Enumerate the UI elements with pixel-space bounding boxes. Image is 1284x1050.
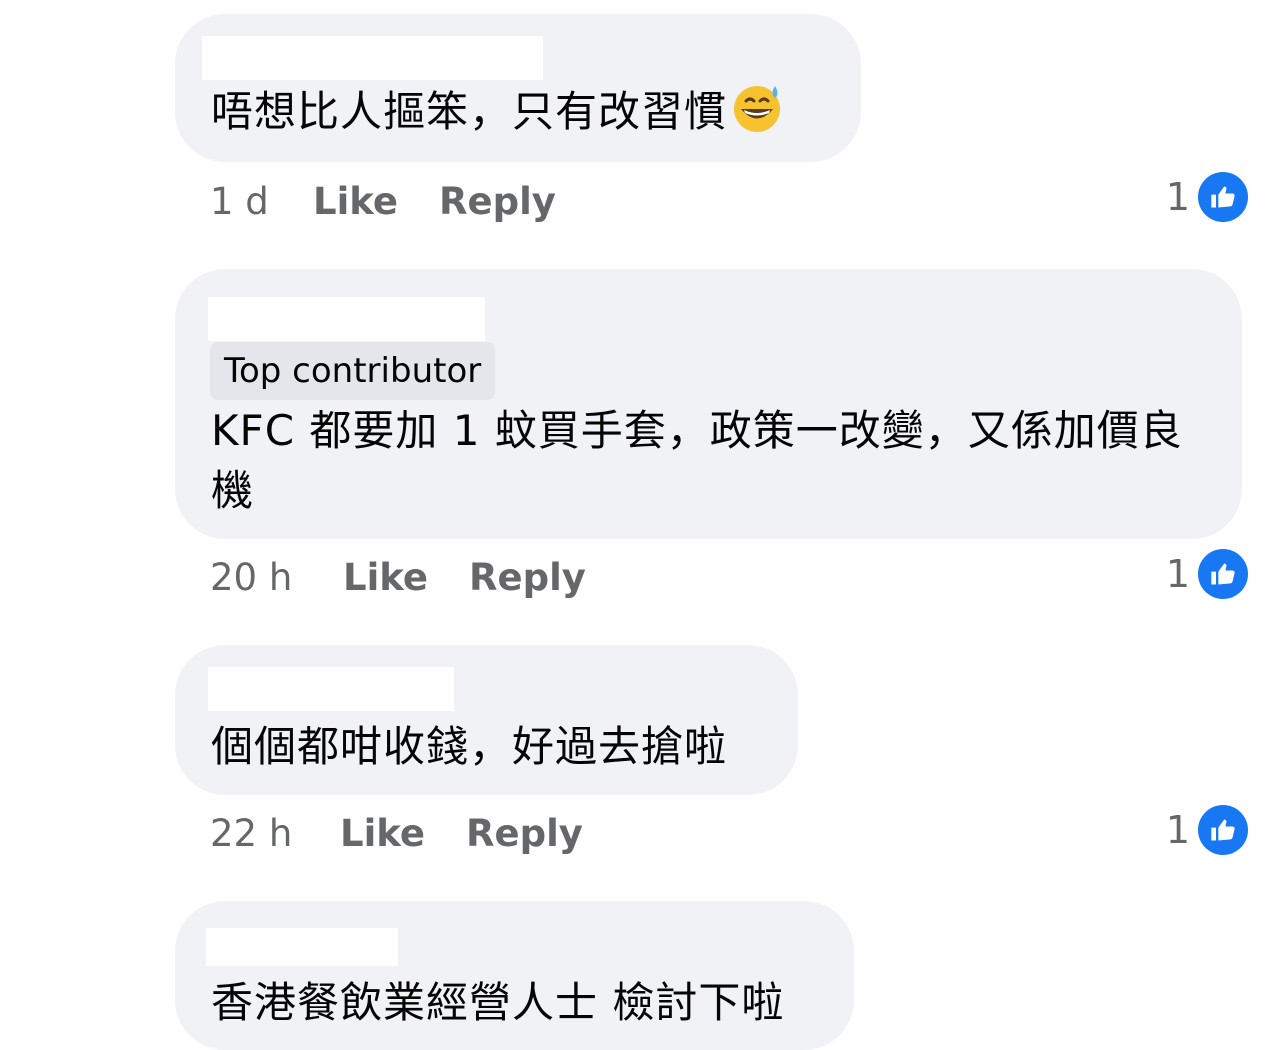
comment-body: 唔想比人摳笨，只有改習慣 (211, 87, 728, 136)
like-button[interactable]: Like (340, 809, 425, 859)
grinning-sweat-emoji (734, 86, 781, 132)
reply-button[interactable]: Reply (439, 177, 556, 227)
comment-timestamp[interactable]: 22 h (210, 809, 292, 859)
like-button[interactable]: Like (343, 553, 428, 603)
top-contributor-badge[interactable]: Top contributor (210, 342, 496, 400)
comment-bubble: Top contributor KFC 都要加 1 蚊買手套，政策一改變，又係加… (175, 269, 1242, 539)
comment-text: 個個都咁收錢，好過去搶啦 (211, 722, 728, 771)
comment-text: 香港餐飲業經營人士 檢討下啦 (211, 978, 785, 1027)
reaction-count: 1 (1165, 808, 1190, 852)
reply-button[interactable]: Reply (466, 809, 583, 859)
comment-bubble: 香港餐飲業經營人士 檢討下啦 (175, 901, 854, 1050)
reaction-summary[interactable]: 1 (1166, 549, 1248, 599)
comment-timestamp[interactable]: 1 d (210, 177, 269, 227)
comment-text: KFC 都要加 1 蚊買手套，政策一改變，又係加價良機 (211, 406, 1183, 515)
thumbs-up-icon (1198, 172, 1248, 222)
redacted-author-name[interactable] (202, 36, 543, 80)
redacted-author-name[interactable] (208, 667, 454, 711)
comment-thread: 唔想比人摳笨，只有改習慣 1 d Like Reply 1 Top contri… (0, 0, 1284, 1050)
comment-bubble: 唔想比人摳笨，只有改習慣 (175, 14, 861, 162)
reply-button[interactable]: Reply (469, 553, 586, 603)
thumbs-up-icon (1198, 549, 1248, 599)
comment-bubble: 個個都咁收錢，好過去搶啦 (175, 645, 798, 795)
comment-text: 唔想比人摳笨，只有改習慣 (211, 82, 829, 142)
reaction-count: 1 (1165, 552, 1190, 596)
redacted-author-name[interactable] (208, 297, 485, 341)
reaction-summary[interactable]: 1 (1166, 172, 1248, 222)
like-button[interactable]: Like (313, 177, 398, 227)
reaction-count: 1 (1165, 175, 1190, 219)
reaction-summary[interactable]: 1 (1166, 805, 1248, 855)
comment-timestamp[interactable]: 20 h (210, 553, 292, 603)
redacted-author-name[interactable] (206, 928, 398, 966)
thumbs-up-icon (1198, 805, 1248, 855)
